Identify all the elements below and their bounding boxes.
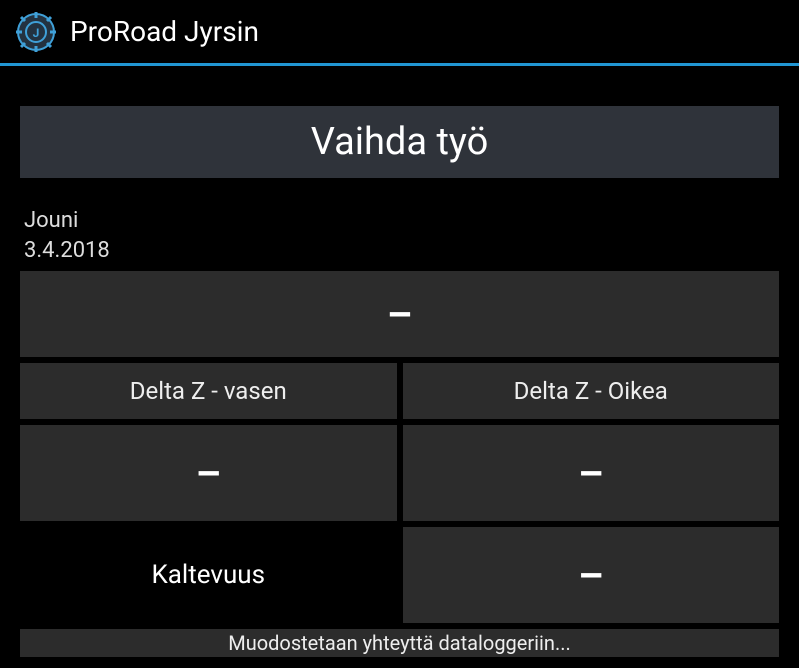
slope-label: Kaltevuus <box>20 527 397 623</box>
job-info: Jouni 3.4.2018 <box>20 206 779 265</box>
delta-z-right-label: Delta Z - Oikea <box>403 363 780 419</box>
title-bar: J ProRoad Jyrsin <box>0 0 799 66</box>
top-value: – <box>387 291 412 338</box>
svg-text:J: J <box>33 26 40 40</box>
change-job-button[interactable]: Vaihda työ <box>20 106 779 178</box>
main-content: Vaihda työ Jouni 3.4.2018 – Delta Z - va… <box>0 66 799 657</box>
app-title: ProRoad Jyrsin <box>70 15 259 48</box>
delta-z-right-value: – <box>403 425 780 521</box>
app-icon: J <box>16 12 56 52</box>
slope-value: – <box>403 527 780 623</box>
user-name: Jouni <box>24 206 775 236</box>
job-date: 3.4.2018 <box>24 236 775 266</box>
top-value-panel: – <box>20 271 779 357</box>
delta-z-left-label: Delta Z - vasen <box>20 363 397 419</box>
delta-z-left-value: – <box>20 425 397 521</box>
status-bar: Muodostetaan yhteyttä dataloggeriin... <box>20 629 779 657</box>
